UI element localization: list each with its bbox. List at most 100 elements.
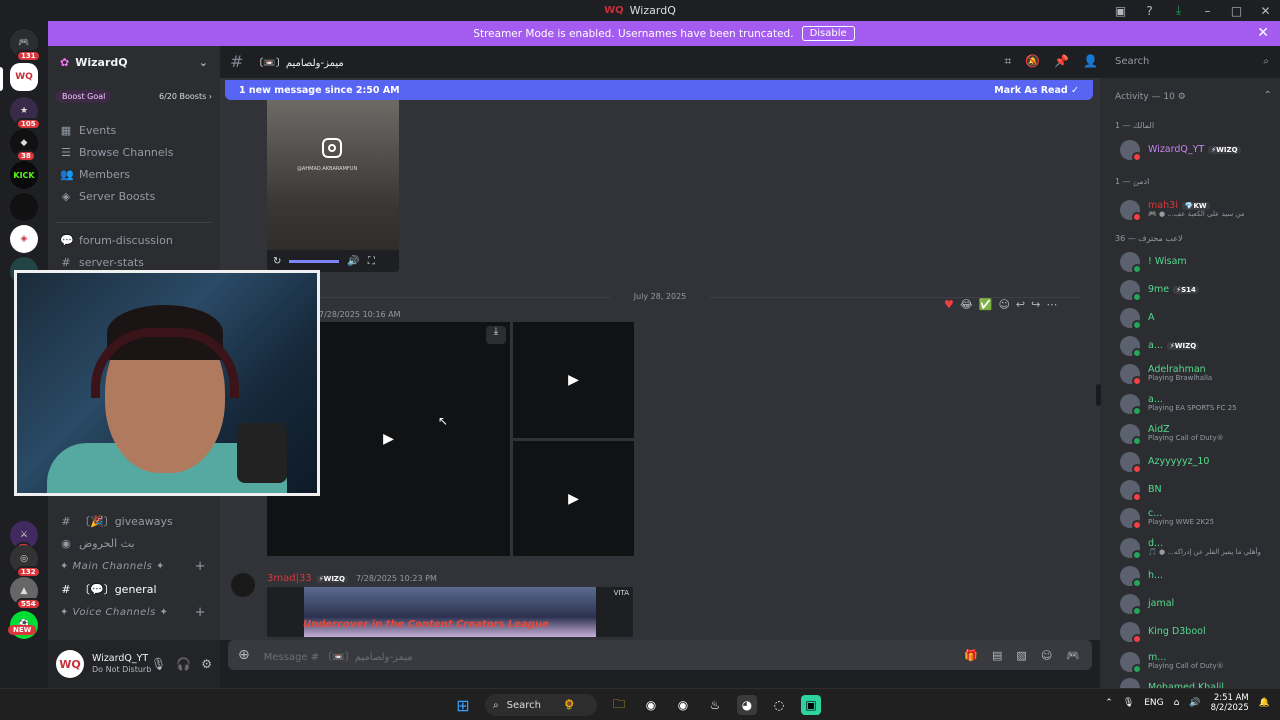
member-row[interactable]: h... — [1120, 564, 1163, 588]
laugh-reaction[interactable]: 😂 — [960, 298, 973, 311]
steam-icon[interactable]: ♨ — [705, 695, 725, 715]
avatar[interactable] — [1120, 424, 1142, 446]
video-embed[interactable]: Undercover in the Content Creators Leagu… — [267, 587, 633, 637]
member-row[interactable]: c... Playing WWE 2K25 — [1120, 506, 1214, 530]
add-channel-icon[interactable]: + — [195, 605, 206, 620]
add-channel-icon[interactable]: + — [195, 559, 206, 574]
server-icon[interactable]: ★ 105 — [10, 97, 41, 130]
avatar[interactable] — [1120, 538, 1142, 560]
server-icon[interactable]: ◈ — [10, 225, 38, 253]
inbox-icon[interactable]: ▣ — [1106, 4, 1135, 18]
member-row[interactable]: a... ⚡WIZQ — [1120, 334, 1200, 358]
nav-events[interactable]: ▦ Events — [48, 119, 220, 141]
more-icon[interactable]: ⋯ — [1046, 298, 1057, 311]
activity-header[interactable]: Activity — 10 ⚙ — [1115, 92, 1186, 102]
language-indicator[interactable]: ENG — [1144, 698, 1163, 708]
avatar[interactable] — [1120, 652, 1142, 674]
member-row[interactable]: d... 🎵 ● ...وأهلي ما يميز الفلر عن إدراكه — [1120, 536, 1261, 560]
heart-reaction[interactable]: ♥ — [944, 298, 954, 311]
microphone-icon[interactable]: 🎙 — [151, 657, 166, 671]
video-attachment[interactable]: ▶ — [513, 441, 634, 556]
threads-icon[interactable]: ⌗ — [1004, 54, 1011, 69]
play-icon[interactable]: ▶ — [383, 431, 394, 447]
member-row[interactable]: a... Playing EA SPORTS FC 25 — [1120, 392, 1237, 416]
windows-start-icon[interactable]: ⊞ — [453, 695, 473, 715]
member-row[interactable]: AidZ Playing Call of Duty® — [1120, 422, 1224, 446]
avatar[interactable]: WQ — [56, 650, 84, 678]
guild-header[interactable]: ✿ WizardQ ⌄ — [48, 46, 220, 78]
avatar[interactable] — [1120, 336, 1142, 358]
play-icon[interactable]: ▶ — [568, 372, 579, 388]
avatar[interactable] — [1120, 280, 1142, 302]
avatar[interactable] — [1120, 566, 1142, 588]
volume-icon[interactable]: 🔊 — [1189, 698, 1200, 708]
sticker-icon[interactable]: ▧ — [1016, 649, 1026, 662]
file-explorer-icon[interactable]: 🗀 — [609, 695, 629, 715]
apps-icon[interactable]: 🎮 — [1066, 649, 1080, 662]
chrome-icon[interactable]: ◉ — [673, 695, 693, 715]
app-icon[interactable]: ▣ — [801, 695, 821, 715]
member-row[interactable]: m... Playing Call of Duty® — [1120, 650, 1224, 674]
member-row[interactable]: Mohamed Khalil — [1120, 676, 1224, 688]
close-window-button[interactable]: ✕ — [1251, 4, 1280, 18]
video-attachment[interactable]: ▶ — [513, 322, 634, 438]
gear-icon[interactable]: ⚙ — [201, 657, 212, 671]
new-messages-bar[interactable]: 1 new message since 2:50 AM Mark As Read… — [225, 80, 1093, 100]
chevron-up-icon[interactable]: ⌃ — [1264, 90, 1272, 101]
reply-icon[interactable]: ↩ — [1016, 298, 1025, 311]
avatar[interactable] — [1120, 140, 1142, 162]
server-icon[interactable]: ▲ 554 — [10, 577, 41, 610]
channel-stream[interactable]: ◉ بث الحروض — [48, 532, 220, 554]
add-reaction-icon[interactable]: ☺ — [998, 298, 1009, 311]
member-row[interactable]: ! Wisam — [1120, 250, 1187, 274]
emoji-icon[interactable]: ☺ — [1041, 649, 1052, 662]
server-icon[interactable]: ◎ 132 — [10, 545, 41, 578]
notifications-icon[interactable]: 🔔 — [1259, 698, 1270, 708]
member-row[interactable]: mah3i 💎KW 🎮 ● ...من سيد على الكعبة عف — [1120, 198, 1245, 222]
avatar[interactable] — [1120, 508, 1142, 530]
nav-members[interactable]: 👥 Members — [48, 163, 220, 185]
video-embed[interactable]: @AHMAD.AKBARAMFUN ↻ 🔊 ⛶ — [267, 100, 399, 272]
avatar[interactable] — [231, 573, 255, 597]
fullscreen-icon[interactable]: ⛶ — [368, 256, 375, 267]
discord-icon[interactable]: ◕ — [737, 695, 757, 715]
play-icon[interactable]: ▶ — [568, 491, 579, 507]
gift-icon[interactable]: 🎁 — [964, 649, 978, 662]
avatar[interactable] — [1120, 394, 1142, 416]
channel-general[interactable]: # 〔💬〕general — [48, 578, 220, 600]
forward-icon[interactable]: ↪ — [1031, 298, 1040, 311]
disable-streamer-mode-button[interactable]: Disable — [801, 26, 855, 41]
member-row[interactable]: Azyyyyyz_10 — [1120, 450, 1209, 474]
pin-icon[interactable]: 📌 — [1054, 54, 1069, 69]
avatar[interactable] — [1120, 252, 1142, 274]
clock[interactable]: 2:51 AM 8/2/2025 — [1211, 693, 1249, 713]
gif-icon[interactable]: ▤ — [992, 649, 1002, 662]
check-reaction[interactable]: ✅ — [979, 298, 993, 311]
avatar[interactable] — [1120, 200, 1142, 222]
avatar[interactable] — [1120, 452, 1142, 474]
member-row[interactable]: King D3bool — [1120, 620, 1206, 644]
download-icon[interactable]: ⤓ — [486, 326, 506, 344]
category-main-channels[interactable]: ✦ Main Channels ✦ + — [48, 554, 220, 578]
avatar[interactable] — [1120, 364, 1142, 386]
server-icon[interactable]: ◆ 38 — [10, 129, 38, 162]
download-icon[interactable]: ⤓ — [1164, 3, 1193, 18]
minimize-button[interactable]: – — [1193, 4, 1222, 18]
network-icon[interactable]: ⌂ — [1174, 698, 1180, 708]
avatar[interactable] — [1120, 678, 1140, 688]
help-icon[interactable]: ? — [1135, 4, 1164, 18]
channel-forum[interactable]: 💬 forum-discussion — [48, 229, 220, 251]
server-kick[interactable]: KICK — [10, 161, 38, 189]
microphone-icon[interactable]: 🎙 — [1123, 698, 1134, 708]
replay-icon[interactable]: ↻ — [273, 256, 281, 267]
server-icon[interactable] — [10, 193, 38, 221]
mark-as-read-button[interactable]: Mark As Read ✓ — [994, 85, 1079, 96]
nav-browse-channels[interactable]: ☰ Browse Channels — [48, 141, 220, 163]
avatar[interactable] — [1120, 594, 1142, 616]
member-row[interactable]: jamal — [1120, 592, 1174, 616]
member-row[interactable]: WizardQ_YT ⚡WIZQ — [1120, 138, 1241, 162]
close-banner-icon[interactable]: ✕ — [1257, 25, 1269, 41]
search-input[interactable]: Search ⌕ — [1111, 53, 1273, 72]
member-row[interactable]: Adelrahman Playing Brawlhalla — [1120, 362, 1212, 386]
taskbar-search[interactable]: ⌕ Search 🌻 — [485, 694, 597, 716]
